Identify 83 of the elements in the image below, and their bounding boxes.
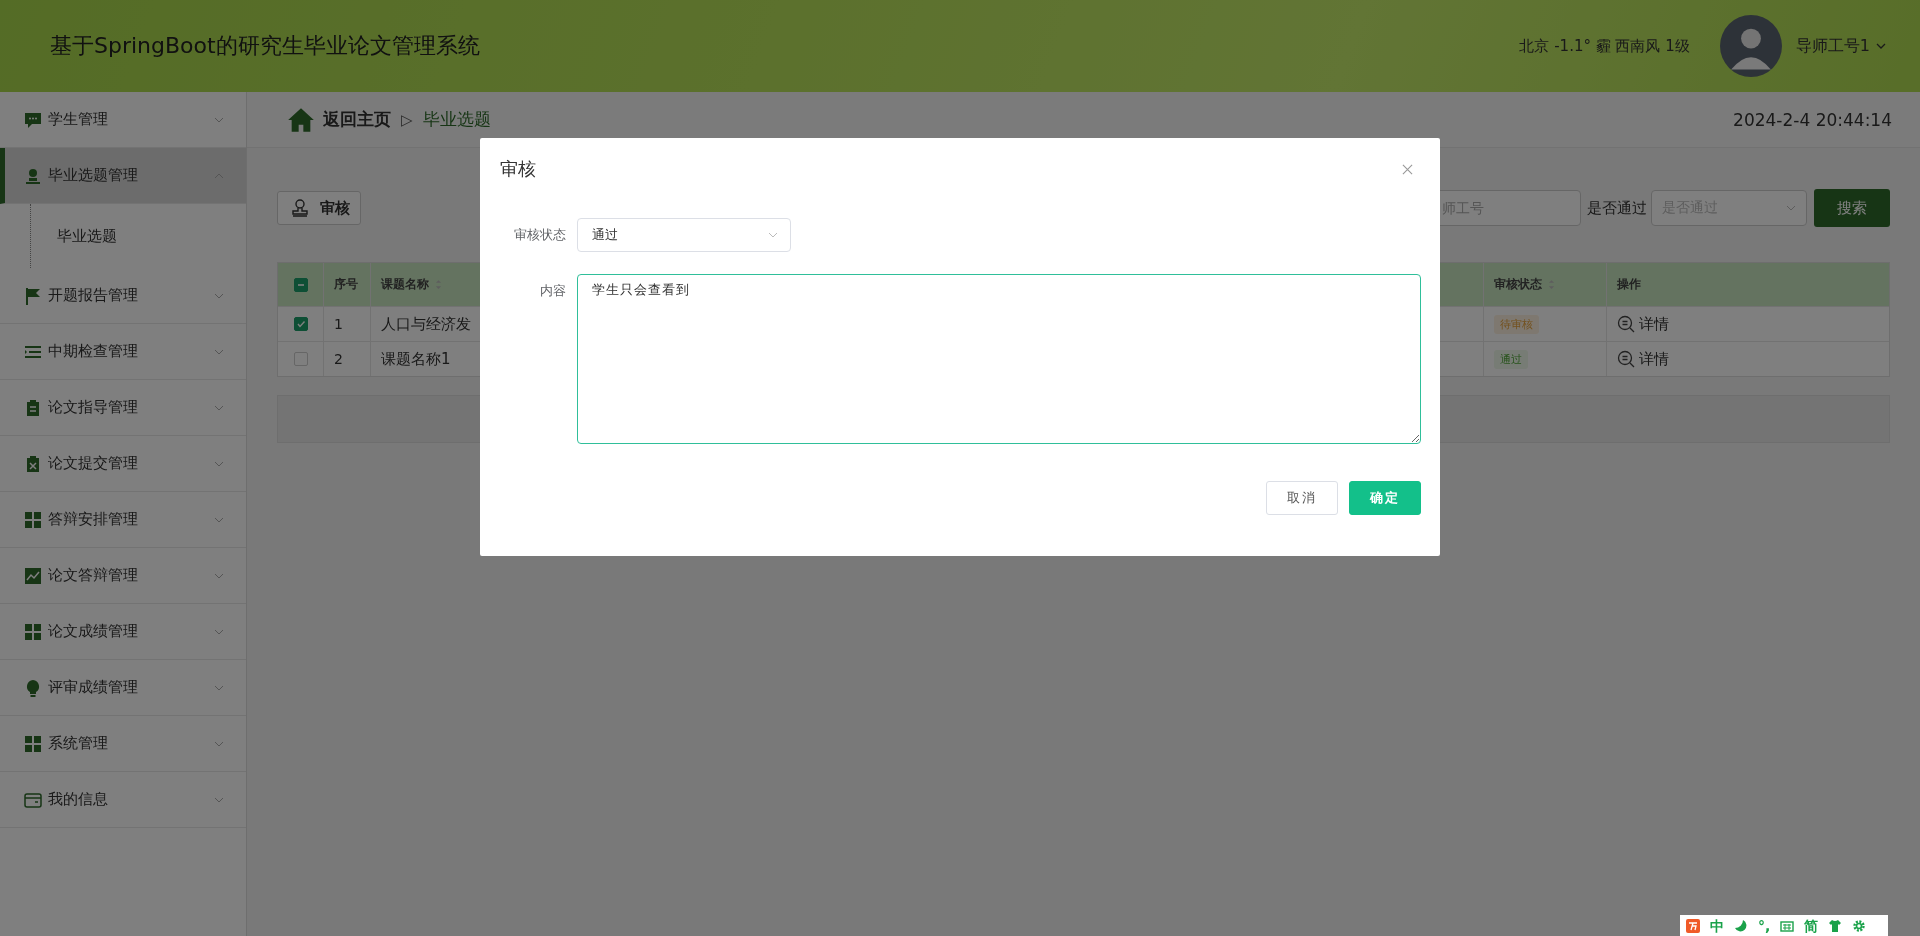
sidebar-item[interactable]: 系统管理 (0, 716, 246, 772)
keyboard-icon[interactable] (1780, 918, 1795, 933)
caret-icon (1786, 205, 1796, 211)
flag-icon (24, 286, 42, 305)
sidebar-item[interactable]: 论文提交管理 (0, 436, 246, 492)
home-icon[interactable] (287, 106, 315, 133)
audit-button[interactable]: 审核 (277, 191, 361, 225)
avatar-icon[interactable] (1719, 15, 1782, 77)
sidebar-item[interactable]: 毕业选题管理 (0, 148, 246, 204)
stamp-icon (290, 198, 310, 218)
grid-icon (24, 734, 42, 753)
sidebar-item[interactable]: 答辩安排管理 (0, 492, 246, 548)
grid-icon (24, 510, 42, 529)
chevron-icon (214, 796, 224, 803)
pass-label: 是否通过 (1587, 198, 1647, 218)
ime-button[interactable]: 简 (1804, 918, 1819, 933)
details-link[interactable]: 详情 (1617, 349, 1669, 369)
cancel-button[interactable]: 取消 (1266, 481, 1338, 515)
settings-icon[interactable] (1852, 918, 1867, 933)
details-link[interactable]: 详情 (1617, 314, 1669, 334)
status-tag: 待审核 (1494, 314, 1539, 334)
ime-button[interactable]: 中 (1710, 918, 1724, 933)
chevron-icon (214, 116, 224, 123)
chart-icon (24, 566, 42, 585)
chevron-icon (214, 348, 224, 355)
status-select[interactable]: 通过 (577, 218, 791, 252)
sidebar-subitem[interactable]: 毕业选题 (30, 204, 246, 268)
bulb-icon (24, 678, 42, 697)
sidebar-item[interactable]: 论文答辩管理 (0, 548, 246, 604)
chevron-icon (214, 460, 224, 467)
table-cell: 2 (334, 351, 343, 367)
sidebar-item[interactable]: 评审成绩管理 (0, 660, 246, 716)
chevron-icon (214, 628, 224, 635)
breadcrumb-separator: ▷ (401, 110, 413, 129)
close-icon[interactable] (1402, 163, 1413, 175)
sidebar-item[interactable]: 论文成绩管理 (0, 604, 246, 660)
app-title: 基于SpringBoot的研究生毕业论文管理系统 (50, 32, 481, 60)
confirm-button[interactable]: 确定 (1349, 481, 1421, 515)
caret-icon[interactable] (1876, 43, 1886, 49)
clipboard-icon (24, 398, 42, 417)
dialog-title: 审核 (500, 157, 536, 181)
home-link[interactable]: 返回主页 (323, 108, 391, 131)
column-header[interactable]: 审核状态 (1494, 276, 1555, 293)
column-header[interactable]: 操作 (1617, 276, 1641, 293)
sidebar-item[interactable]: 中期检查管理 (0, 324, 246, 380)
content-field[interactable]: 学生只会查看到 (576, 274, 1421, 444)
weather-text: 北京 -1.1° 霾 西南风 1级 (1519, 36, 1690, 56)
user-menu[interactable]: 导师工号1 (1795, 35, 1870, 57)
field-label: 内容 (538, 282, 567, 300)
table-cell: 人口与经济发 (381, 314, 471, 334)
table-cell: 课题名称1 (381, 349, 451, 369)
caret-icon (768, 232, 778, 238)
search-icon (1617, 315, 1635, 333)
chevron-icon (214, 684, 224, 691)
chevron-icon (214, 292, 224, 299)
status-tag: 通过 (1494, 349, 1528, 369)
chevron-icon (214, 572, 224, 579)
datetime-text: 2024-2-4 20:44:14 (1733, 109, 1892, 130)
table-cell: 1 (334, 316, 343, 332)
checkbox[interactable] (293, 277, 308, 292)
sidebar-item[interactable]: 论文指导管理 (0, 380, 246, 436)
sidebar-item[interactable]: 开题报告管理 (0, 268, 246, 324)
search-button[interactable]: 搜索 (1814, 189, 1890, 227)
moon-icon[interactable] (1734, 918, 1748, 933)
sidebar-item[interactable]: 我的信息 (0, 772, 246, 828)
checkbox[interactable] (293, 317, 308, 331)
chevron-icon (214, 516, 224, 523)
column-header[interactable]: 序号 (334, 276, 358, 293)
user-icon (24, 166, 42, 185)
column-header[interactable]: 课题名称 (381, 276, 442, 293)
field-label: 审核状态 (513, 226, 567, 244)
grid-icon (24, 622, 42, 641)
clipboard-x-icon (24, 454, 42, 473)
checkbox[interactable] (293, 352, 308, 366)
logo-icon[interactable] (1686, 918, 1700, 933)
shirt-icon[interactable] (1828, 918, 1843, 933)
breadcrumb-current: 毕业选题 (422, 108, 492, 131)
chevron-icon (214, 740, 224, 747)
ime-button[interactable]: °, (1758, 918, 1771, 933)
search-icon (1617, 350, 1635, 368)
wallet-icon (24, 790, 42, 809)
chevron-icon (214, 404, 224, 411)
chat-icon (24, 110, 42, 129)
